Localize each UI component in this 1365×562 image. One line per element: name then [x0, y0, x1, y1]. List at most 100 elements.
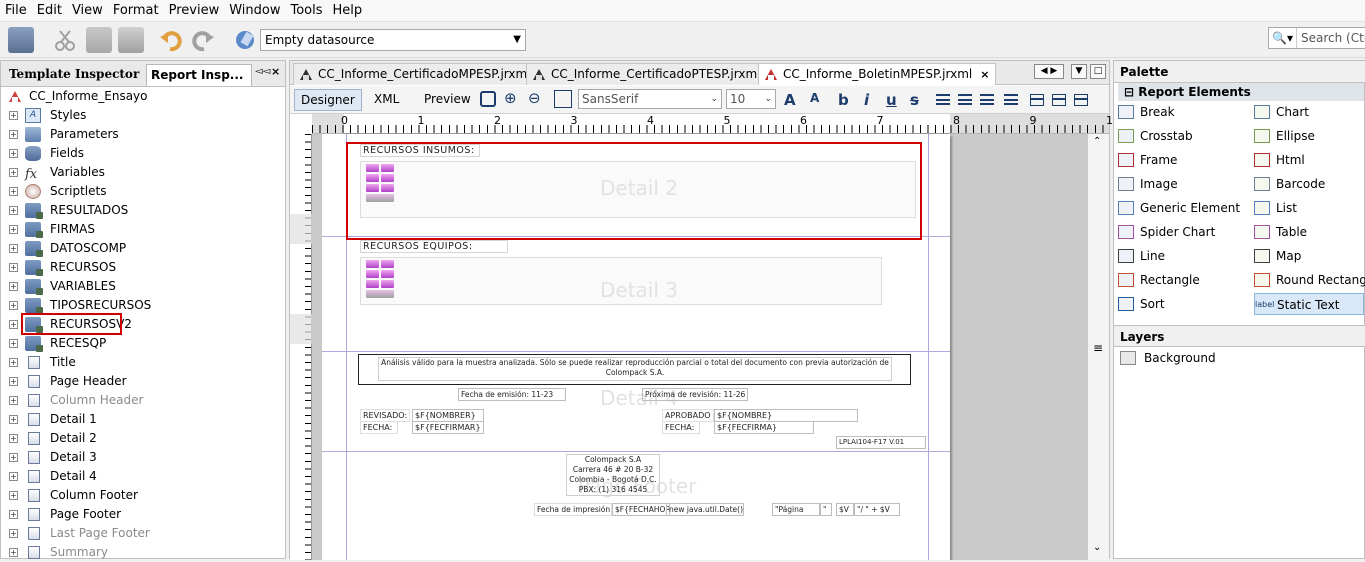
scroll-thumb-icon[interactable]: ≡ — [1093, 341, 1103, 355]
expand-icon[interactable]: + — [9, 453, 18, 462]
properties-icon[interactable] — [554, 90, 572, 108]
vertical-scrollbar[interactable]: ⌃ ≡ ⌄ — [1087, 134, 1109, 560]
tree-item[interactable]: + Detail 4 — [1, 467, 285, 486]
expand-icon[interactable]: + — [9, 491, 18, 500]
tree-item[interactable]: + Page Footer — [1, 505, 285, 524]
search-box[interactable]: 🔍▾ Search (Ctrl+ — [1268, 27, 1365, 49]
tab-doc-2[interactable]: CC_Informe_CertificadoPTESP.jrxml× — [526, 63, 785, 85]
field-proxima-revision[interactable]: Próxima de revisión: 11-26 — [642, 388, 748, 401]
expand-icon[interactable]: + — [9, 377, 18, 386]
menu-preview[interactable]: Preview — [164, 3, 225, 18]
field-pagina-quote[interactable]: " — [820, 503, 832, 516]
tree-root[interactable]: CC_Informe_Ensayo — [1, 87, 285, 106]
search-input[interactable]: Search (Ctrl+ — [1301, 28, 1365, 48]
tab-template-inspector[interactable]: Template Inspector — [5, 64, 143, 86]
tree-item[interactable]: + Summary — [1, 543, 285, 562]
palette-barcode[interactable]: Barcode — [1254, 173, 1364, 195]
collapse-icon[interactable]: ⊟ — [1124, 85, 1134, 99]
zoom-out-icon[interactable]: ⊖ — [528, 89, 541, 107]
mode-preview[interactable]: Preview — [418, 89, 477, 111]
expand-icon[interactable]: + — [9, 282, 18, 291]
palette-rectangle[interactable]: Rectangle — [1118, 269, 1248, 291]
expand-icon[interactable]: + — [9, 529, 18, 538]
palette-image[interactable]: Image — [1118, 173, 1248, 195]
expand-icon[interactable]: + — [9, 168, 18, 177]
field-fecfirmar[interactable]: $F{FECFIRMAR} — [412, 421, 484, 434]
expand-icon[interactable]: + — [9, 434, 18, 443]
tree-item[interactable]: + Last Page Footer — [1, 524, 285, 543]
menu-help[interactable]: Help — [328, 3, 368, 18]
datasource-icon[interactable] — [232, 27, 258, 53]
tree-item[interactable]: + RECESQP — [1, 334, 285, 353]
tree-item[interactable]: + VARIABLES — [1, 277, 285, 296]
font-shrink-icon[interactable]: A — [810, 91, 819, 105]
expand-icon[interactable]: + — [9, 149, 18, 158]
maximize-icon[interactable]: □ — [1090, 64, 1106, 79]
minimize-icon[interactable]: ◅◅ — [255, 66, 270, 77]
field-pagina[interactable]: "Página — [772, 503, 820, 516]
disclaimer-text[interactable]: Análisis válido para la muestra analizad… — [378, 357, 892, 381]
tree-item[interactable]: + Detail 3 — [1, 448, 285, 467]
palette-crosstab[interactable]: Crosstab — [1118, 125, 1248, 147]
underline-icon[interactable]: u — [886, 91, 897, 109]
mode-designer[interactable]: Designer — [294, 89, 362, 111]
tree-item[interactable]: + fx Variables — [1, 163, 285, 182]
menu-format[interactable]: Format — [108, 3, 164, 18]
palette-section[interactable]: ⊟ Report Elements — [1118, 83, 1364, 101]
field-document-code[interactable]: LPLAI104-F17 V.01 — [836, 436, 926, 449]
expand-icon[interactable]: + — [9, 244, 18, 253]
expand-icon[interactable]: + — [9, 187, 18, 196]
tree-item[interactable]: + DATOSCOMP — [1, 239, 285, 258]
label-fecha-impresion[interactable]: Fecha de impresión: — [534, 503, 612, 516]
palette-ellipse[interactable]: Ellipse — [1254, 125, 1364, 147]
palette-list[interactable]: List — [1254, 197, 1364, 219]
palette-map[interactable]: Map — [1254, 245, 1364, 267]
expand-icon[interactable]: + — [9, 339, 18, 348]
expand-icon[interactable]: + — [9, 358, 18, 367]
align-top-icon[interactable] — [1030, 94, 1044, 106]
close-icon[interactable]: × — [271, 65, 280, 78]
expand-icon[interactable]: + — [9, 111, 18, 120]
menu-window[interactable]: Window — [224, 3, 285, 18]
expand-icon[interactable]: + — [9, 472, 18, 481]
align-right-icon[interactable] — [980, 94, 994, 105]
tree-item[interactable]: + Column Footer — [1, 486, 285, 505]
palette-sort[interactable]: Sort — [1118, 293, 1248, 315]
expand-icon[interactable]: + — [9, 510, 18, 519]
label-fecha[interactable]: FECHA: — [360, 421, 398, 434]
field-fecfirma[interactable]: $F{FECFIRMA} — [714, 421, 814, 434]
tree-item[interactable]: + A Styles — [1, 106, 285, 125]
align-justify-icon[interactable] — [1004, 94, 1018, 105]
menu-edit[interactable]: Edit — [32, 3, 67, 18]
undo-icon[interactable] — [158, 27, 184, 53]
palette-round-rectangle[interactable]: Round Rectangle — [1254, 269, 1365, 291]
align-left-icon[interactable] — [936, 94, 950, 105]
palette-table[interactable]: Table — [1254, 221, 1364, 243]
menu-tools[interactable]: Tools — [286, 3, 328, 18]
italic-icon[interactable]: i — [864, 91, 869, 109]
tree-item[interactable]: + Detail 2 — [1, 429, 285, 448]
expand-icon[interactable]: + — [9, 301, 18, 310]
expand-icon[interactable]: + — [9, 396, 18, 405]
expand-icon[interactable]: + — [9, 320, 18, 329]
tab-nav-arrows-icon[interactable]: ◀ ▶ — [1034, 64, 1064, 79]
scroll-down-icon[interactable]: ⌄ — [1093, 542, 1101, 553]
field-fechahora[interactable]: $F{FECHAHORA} — [612, 503, 670, 516]
tab-list-icon[interactable]: ▼ — [1071, 64, 1087, 79]
tree-item[interactable]: + Title — [1, 353, 285, 372]
save-icon[interactable] — [8, 27, 34, 53]
label-recursos-equipos[interactable]: RECURSOS EQUIPOS: — [360, 240, 508, 253]
expand-icon[interactable]: + — [9, 263, 18, 272]
menu-view[interactable]: View — [67, 3, 108, 18]
print-icon[interactable] — [480, 91, 496, 107]
align-bottom-icon[interactable] — [1074, 94, 1088, 106]
close-icon[interactable]: × — [980, 68, 989, 81]
bold-icon[interactable]: b — [838, 91, 849, 109]
menu-file[interactable]: File — [0, 3, 32, 18]
tree-item[interactable]: + Page Header — [1, 372, 285, 391]
mode-xml[interactable]: XML — [368, 89, 405, 111]
tab-doc-1[interactable]: CC_Informe_CertificadoMPESP.jrxml× — [293, 63, 555, 85]
font-grow-icon[interactable]: A — [784, 91, 796, 109]
palette-html[interactable]: Html — [1254, 149, 1364, 171]
design-canvas[interactable]: RECURSOS INSUMOS: Detail 2 RECURSOS EQUI… — [312, 134, 1087, 560]
